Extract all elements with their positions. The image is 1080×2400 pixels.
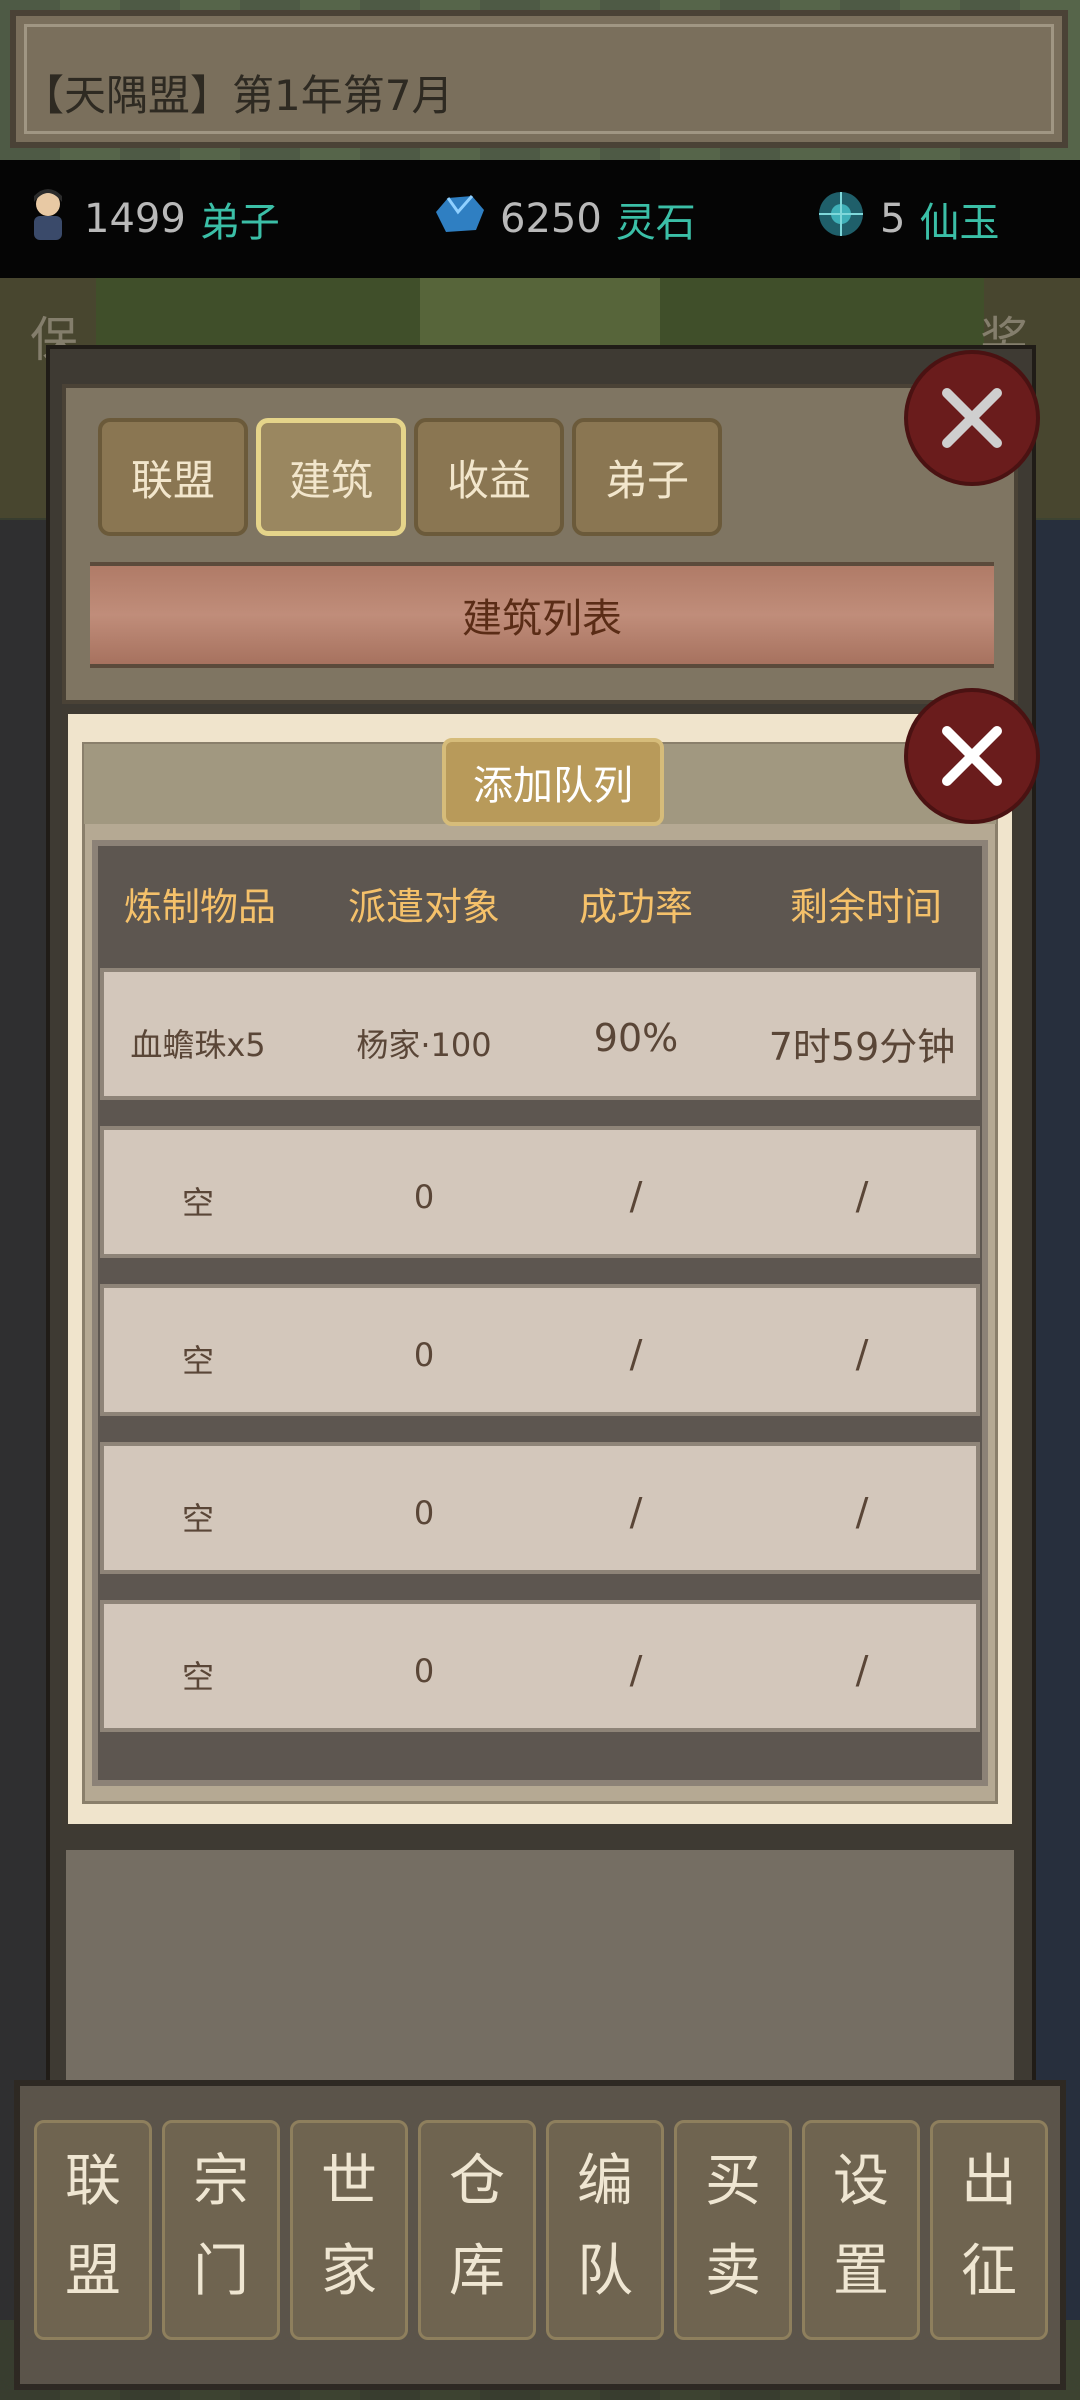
nav-label-bottom: 盟	[65, 2239, 121, 2304]
row-remaining-time: /	[855, 1490, 869, 1534]
resource-spirit-stone: 6250 灵石	[432, 160, 696, 278]
tab-income[interactable]: 收益	[414, 418, 564, 536]
tab-disciples[interactable]: 弟子	[572, 418, 722, 536]
immortal-jade-count: 5	[880, 196, 906, 242]
row-target: 0	[413, 1336, 435, 1374]
row-target: 0	[413, 1178, 435, 1216]
spirit-stone-count: 6250	[500, 196, 602, 242]
tab-buildings-label: 建筑	[288, 455, 373, 505]
nav-button-trade[interactable]: 买 卖	[674, 2120, 792, 2340]
row-remaining-time: /	[855, 1332, 869, 1376]
nav-label-bottom: 门	[193, 2239, 249, 2304]
tab-buildings[interactable]: 建筑	[256, 418, 406, 536]
nav-label-top: 仓	[449, 2149, 505, 2214]
resource-bar: 1499 弟子 6250 灵石 5 仙玉	[0, 160, 1080, 278]
row-remaining-time: /	[855, 1174, 869, 1218]
row-success-rate: /	[629, 1174, 643, 1218]
tab-disciples-label: 弟子	[604, 455, 689, 505]
immortal-jade-icon	[816, 189, 866, 249]
building-list-label: 建筑列表	[462, 596, 622, 642]
row-item: 空	[181, 1500, 214, 1538]
add-queue-button[interactable]: 添加队列	[442, 738, 664, 826]
row-item: 空	[181, 1658, 214, 1696]
nav-label-top: 世	[321, 2149, 377, 2214]
building-list-header: 建筑列表	[90, 562, 994, 668]
row-target: 0	[413, 1652, 435, 1690]
close-icon	[942, 388, 1002, 448]
tab-income-label: 收益	[446, 455, 531, 505]
row-success-rate: /	[629, 1490, 643, 1534]
nav-label-top: 编	[577, 2149, 633, 2214]
column-header-target: 派遣对象	[347, 885, 500, 929]
spirit-stone-unit: 灵石	[615, 200, 696, 246]
row-item: 血蟾珠x5	[130, 1026, 266, 1064]
nav-button-formation[interactable]: 编 队	[546, 2120, 664, 2340]
immortal-jade-unit: 仙玉	[919, 200, 1000, 246]
nav-label-top: 出	[961, 2149, 1017, 2214]
spirit-stone-icon	[432, 192, 486, 246]
nav-label-top: 买	[705, 2149, 761, 2214]
nav-button-expedition[interactable]: 出 征	[930, 2120, 1048, 2340]
nav-label-bottom: 置	[833, 2239, 889, 2304]
disciple-avatar-icon	[26, 188, 70, 250]
nav-label-bottom: 队	[577, 2239, 633, 2304]
column-header-remaining-time: 剩余时间	[789, 885, 942, 929]
disciple-unit: 弟子	[199, 200, 280, 246]
column-header-item: 炼制物品	[123, 885, 276, 929]
nav-label-top: 宗	[193, 2149, 249, 2214]
close-icon	[942, 726, 1002, 786]
nav-button-alliance[interactable]: 联 盟	[34, 2120, 152, 2340]
row-success-rate: /	[629, 1332, 643, 1376]
row-remaining-time: 7时59分钟	[768, 1025, 956, 1069]
nav-button-family[interactable]: 世 家	[290, 2120, 408, 2340]
row-item: 空	[181, 1342, 214, 1380]
close-dialog-button[interactable]	[904, 688, 1040, 824]
nav-button-warehouse[interactable]: 仓 库	[418, 2120, 536, 2340]
tab-alliance[interactable]: 联盟	[98, 418, 248, 536]
add-queue-label: 添加队列	[473, 763, 633, 809]
resource-immortal-jade: 5 仙玉	[816, 160, 999, 278]
row-remaining-time: /	[855, 1648, 869, 1692]
nav-label-bottom: 征	[961, 2239, 1017, 2304]
nav-button-settings[interactable]: 设 置	[802, 2120, 920, 2340]
row-success-rate: /	[629, 1648, 643, 1692]
page-title: 【天隅盟】第1年第7月	[22, 71, 454, 120]
nav-label-bottom: 卖	[705, 2239, 761, 2304]
tab-alliance-label: 联盟	[130, 455, 215, 505]
panel-footer-area	[62, 1846, 1018, 2086]
column-header-success-rate: 成功率	[578, 885, 693, 929]
row-success-rate: 90%	[593, 1016, 679, 1060]
row-target: 0	[413, 1494, 435, 1532]
nav-label-top: 设	[833, 2149, 889, 2214]
nav-label-bottom: 库	[449, 2239, 505, 2304]
row-target: 杨家·100	[356, 1026, 492, 1064]
resource-disciples: 1499 弟子	[26, 160, 280, 278]
row-item: 空	[181, 1184, 214, 1222]
nav-label-top: 联	[65, 2149, 121, 2214]
nav-button-sect[interactable]: 宗 门	[162, 2120, 280, 2340]
disciple-count: 1499	[84, 196, 186, 242]
close-panel-button[interactable]	[904, 350, 1040, 486]
nav-label-bottom: 家	[321, 2239, 377, 2304]
